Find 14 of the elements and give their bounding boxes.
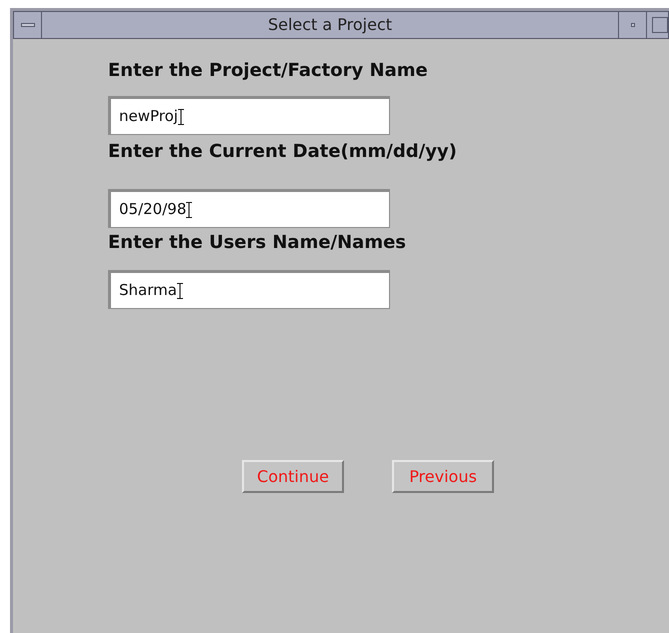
text-cursor-icon bbox=[176, 282, 183, 298]
field-label: Enter the Current Date(mm/dd/yy) bbox=[108, 141, 457, 163]
field-value: 05/20/98 bbox=[119, 199, 186, 220]
field-label: Enter the Project/Factory Name bbox=[108, 60, 428, 82]
text-field[interactable]: Sharma bbox=[108, 270, 390, 309]
window-title: Select a Project bbox=[266, 14, 394, 36]
text-cursor-icon bbox=[178, 108, 184, 124]
maximize-button[interactable] bbox=[646, 12, 668, 38]
field-label: Enter the Users Name/Names bbox=[108, 232, 406, 254]
field-value: Sharma bbox=[119, 280, 177, 302]
text-field[interactable]: 05/20/98 bbox=[108, 189, 390, 228]
field-value: newProj bbox=[119, 106, 178, 128]
text-field[interactable]: newProj bbox=[108, 96, 390, 135]
text-cursor-icon bbox=[186, 202, 192, 218]
